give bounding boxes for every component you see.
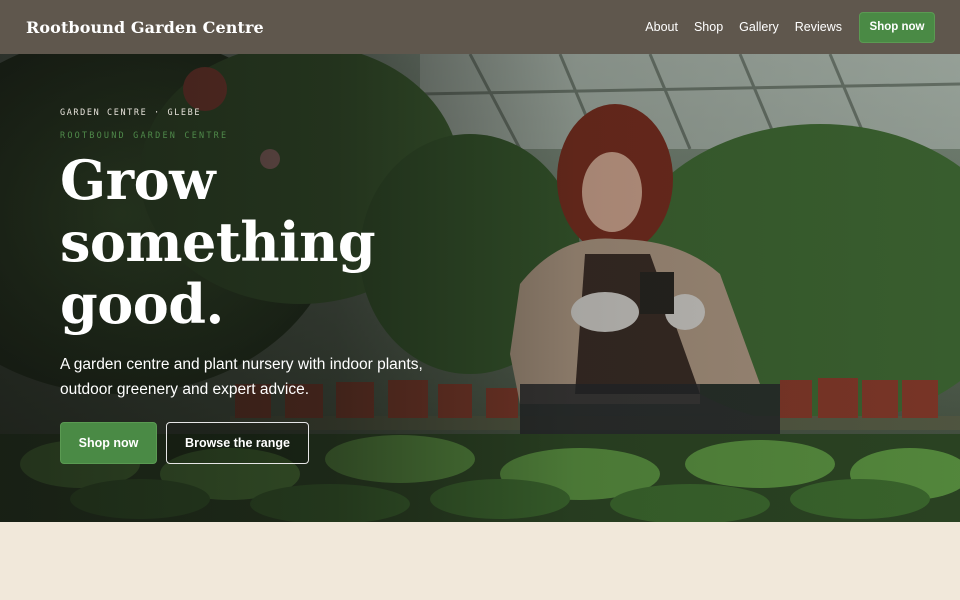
hero-eyebrow-secondary: ROOTBOUND GARDEN CENTRE bbox=[60, 131, 229, 141]
hero-cta-group: Shop now Browse the range bbox=[60, 422, 480, 464]
hero-section: GARDEN CENTRE · GLEBE ROOTBOUND GARDEN C… bbox=[0, 54, 960, 522]
hero-description: A garden centre and plant nursery with i… bbox=[60, 356, 423, 398]
nav-link-about[interactable]: About bbox=[645, 20, 678, 34]
hero-headline-line-2: something bbox=[60, 210, 376, 274]
hero-headline-line-1: Grow bbox=[60, 148, 216, 212]
nav-link-reviews[interactable]: Reviews bbox=[795, 20, 842, 34]
nav-link-gallery[interactable]: Gallery bbox=[739, 20, 779, 34]
site-header: Rootbound Garden Centre About Shop Galle… bbox=[0, 0, 960, 54]
content-section-placeholder bbox=[0, 522, 960, 600]
primary-nav: About Shop Gallery Reviews Shop now bbox=[629, 11, 935, 43]
hero-headline-line-3: good. bbox=[60, 272, 224, 336]
browse-range-button[interactable]: Browse the range bbox=[166, 422, 309, 464]
hero-eyebrow: GARDEN CENTRE · GLEBE bbox=[60, 108, 202, 118]
hero-headline: Grow something good. bbox=[60, 149, 480, 335]
hero-content: GARDEN CENTRE · GLEBE ROOTBOUND GARDEN C… bbox=[60, 108, 480, 464]
nav-link-shop[interactable]: Shop bbox=[694, 20, 723, 34]
hero-shop-now-button[interactable]: Shop now bbox=[60, 422, 157, 464]
brand-logo-text[interactable]: Rootbound Garden Centre bbox=[26, 18, 264, 37]
header-shop-now-button[interactable]: Shop now bbox=[859, 11, 935, 43]
